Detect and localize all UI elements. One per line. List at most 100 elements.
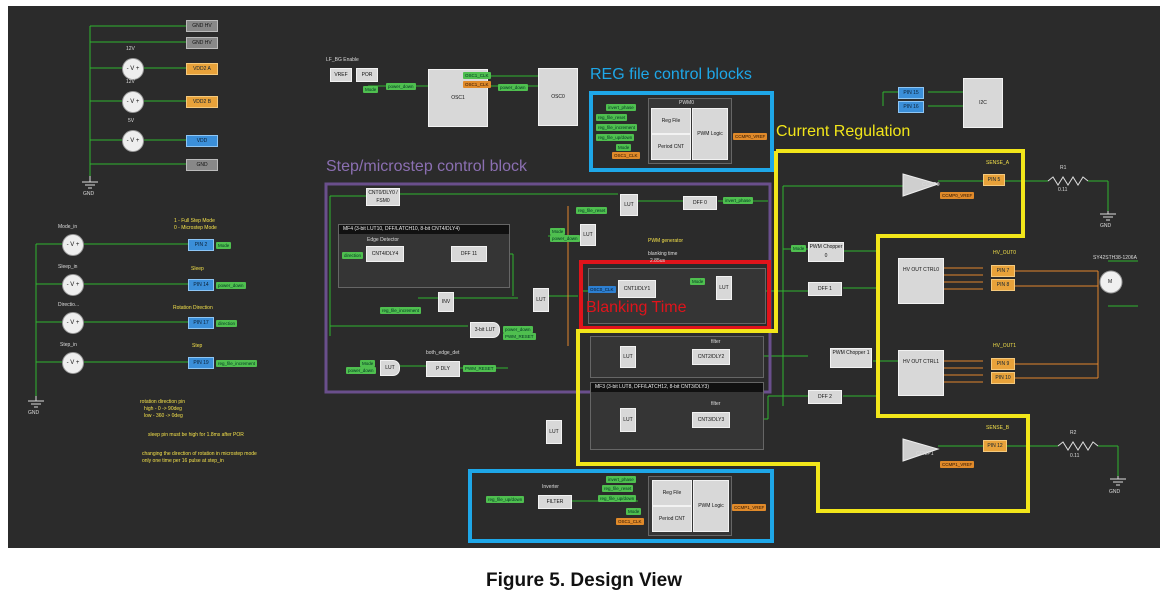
filter-panel-1[interactable]: filter xyxy=(590,336,764,378)
osc-power-down-2: power_down xyxy=(498,84,528,91)
pwm1-sig-5: OSC1_CLK xyxy=(616,518,644,525)
voltage-source-12v-a[interactable]: - V + xyxy=(122,58,144,80)
motor-m[interactable]: M xyxy=(1108,279,1112,285)
osc0-block[interactable]: OSC0 xyxy=(538,68,578,126)
mode-in-label: Mode_in xyxy=(58,224,78,230)
step-region-label: Step/microstep control block xyxy=(326,158,527,175)
pin17[interactable]: PIN 17 xyxy=(188,317,214,329)
ccmp0-label: CCMP0 xyxy=(922,182,940,188)
pwm0-regfile[interactable]: Reg File xyxy=(651,108,691,134)
voltage-source-mode-in[interactable]: - V + xyxy=(62,234,84,256)
sense-a-label: SENSE_A xyxy=(986,160,1010,166)
inv-block[interactable]: INV xyxy=(438,292,454,312)
voltage-source-step-in[interactable]: - V + xyxy=(62,352,84,374)
pwm1-logic[interactable]: PWM Logic xyxy=(693,480,729,532)
dff1-block[interactable]: DFF 1 xyxy=(808,282,842,296)
step-in-label: Step_in xyxy=(60,342,77,348)
pin2[interactable]: PIN 2 xyxy=(188,239,214,251)
gnd-hv-label-1[interactable]: GND HV xyxy=(186,20,218,32)
vdd2a-pin[interactable]: VDD2 A xyxy=(186,63,218,75)
pin19[interactable]: PIN 19 xyxy=(188,357,214,369)
pwm0-logic[interactable]: PWM Logic xyxy=(692,108,728,160)
r1-label: R1 xyxy=(1060,165,1067,171)
cnt3-block[interactable]: CNT3/DLY3 xyxy=(692,412,730,428)
pin9[interactable]: PIN 9 xyxy=(991,358,1015,370)
input-gnd-label: GND xyxy=(28,410,40,416)
and-gate[interactable]: 3-bit LUT xyxy=(470,322,500,338)
pin17-signal: direction xyxy=(216,320,238,327)
voltage-source-direction[interactable]: - V + xyxy=(62,312,84,334)
pin19-signal: reg_file_increment xyxy=(216,360,258,367)
ccmp1-label: CCMP1 xyxy=(916,451,934,457)
vdd2b-pin[interactable]: VDD2 B xyxy=(186,96,218,108)
blank-mode-signal: Mode xyxy=(690,278,706,285)
blank-lut[interactable]: LUT xyxy=(716,276,732,300)
gnd-pin[interactable]: GND xyxy=(186,159,218,171)
xor-gate[interactable]: LUT xyxy=(380,360,400,376)
blanking-time-value: 2.85us xyxy=(650,258,666,264)
filter-block[interactable]: FILTER xyxy=(538,495,572,509)
cnt2-block[interactable]: CNT2/DLY2 xyxy=(692,349,730,365)
mf3-title: MF3 (3-bit LUT8, DFF/LATCH12, 8-bit CNT3… xyxy=(591,383,763,392)
pwm0-title: PWM0 xyxy=(679,100,694,106)
r1-value: 0.11 xyxy=(1058,187,1068,193)
filter-lut-2[interactable]: LUT xyxy=(620,408,636,432)
step-sig-invph: invert_phase xyxy=(723,197,753,204)
pin10[interactable]: PIN 10 xyxy=(991,372,1015,384)
pwm-chopper-1[interactable]: PWM Chopper 1 xyxy=(830,348,872,368)
step-lut-3[interactable]: LUT xyxy=(533,288,549,312)
pwm0-sig-2: reg_file_reset xyxy=(596,114,628,121)
motor-label: SY42STH38-1206A xyxy=(1093,255,1137,261)
filter-lut-1[interactable]: LUT xyxy=(620,346,636,368)
step-lut-1[interactable]: LUT xyxy=(620,194,638,216)
pwm0-period-cnt[interactable]: Period CNT xyxy=(651,134,691,160)
dff2-block[interactable]: DFF 2 xyxy=(808,390,842,404)
pdly-block[interactable]: P DLY xyxy=(426,361,460,377)
cnt1-block[interactable]: CNT1/DLY1 xyxy=(618,280,656,298)
gnd-hv-label-2[interactable]: GND HV xyxy=(186,37,218,49)
mode-note-1: 1 - Full Step Mode xyxy=(174,218,215,224)
voltage-source-5v[interactable]: - V + xyxy=(122,130,144,152)
cnt0-fsm0-block[interactable]: CNT0/DLY0 / FSM0 xyxy=(366,188,400,206)
cnt4-block[interactable]: CNT4/DLY4 xyxy=(366,246,404,262)
pin8[interactable]: PIN 8 xyxy=(991,279,1015,291)
vref-block[interactable]: VREF xyxy=(330,68,352,82)
pin5[interactable]: PIN 5 xyxy=(983,174,1005,186)
gnd-label: GND xyxy=(83,191,95,197)
design-canvas[interactable]: GND HV GND HV 12V - V + VDD2 A 12V - V +… xyxy=(8,6,1160,548)
filter-label-1: filter xyxy=(711,339,721,345)
pwm1-regfile[interactable]: Reg File xyxy=(652,480,692,506)
pin7[interactable]: PIN 7 xyxy=(991,265,1015,277)
pin16[interactable]: PIN 16 xyxy=(898,101,924,113)
pwm1-sig-4: Mode xyxy=(626,508,642,515)
pwm-chopper-0[interactable]: PWM Chopper 0 xyxy=(808,242,844,262)
pwm1-period-cnt[interactable]: Period CNT xyxy=(652,506,692,532)
hv-out-ctrl0[interactable]: HV OUT CTRL0 xyxy=(898,258,944,304)
step-lut-2[interactable]: LUT xyxy=(580,224,596,246)
voltage-source-sleep-in[interactable]: - V + xyxy=(62,274,84,296)
ccmp0-vref: CCMP0_VREF xyxy=(940,192,975,199)
mf3-panel[interactable]: MF3 (3-bit LUT8, DFF/LATCH12, 8-bit CNT3… xyxy=(590,382,764,450)
step-sig-rfi: reg_file_increment xyxy=(380,307,422,314)
por-block[interactable]: POR xyxy=(356,68,378,82)
pwm0-sig-6: OSC1_CLK xyxy=(612,152,640,159)
pin15[interactable]: PIN 15 xyxy=(898,87,924,99)
pin14[interactable]: PIN 14 xyxy=(188,279,214,291)
pin12[interactable]: PIN 12 xyxy=(983,440,1007,452)
step-sig-mode: Mode xyxy=(550,228,566,235)
hv-out-ctrl1[interactable]: HV OUT CTRL1 xyxy=(898,350,944,396)
vdd-pin[interactable]: VDD xyxy=(186,135,218,147)
dff11-block[interactable]: DFF 11 xyxy=(451,246,487,262)
inverter-label: Inverter xyxy=(542,484,559,490)
pwm0-sig-4: reg_file_up/down xyxy=(596,134,635,141)
step-sig-pd-2: power_down xyxy=(503,326,533,333)
voltage-source-12v-b[interactable]: - V + xyxy=(122,91,144,113)
blanking-title: blanking time xyxy=(648,251,678,257)
filter-lut-3[interactable]: LUT xyxy=(546,420,562,444)
mf4-title: MF4 (3-bit LUT10, DFF/LATCH10, 8-bit CNT… xyxy=(339,225,509,234)
step-sig-pwm-reset: PWM_RESET xyxy=(503,333,536,340)
dff0-block[interactable]: DFF 0 xyxy=(683,196,717,210)
ccmp1-vref: CCMP1_VREF xyxy=(940,461,975,468)
i2c-block[interactable]: I2C xyxy=(963,78,1003,128)
blanking-region-label: Blanking Time xyxy=(586,299,687,316)
